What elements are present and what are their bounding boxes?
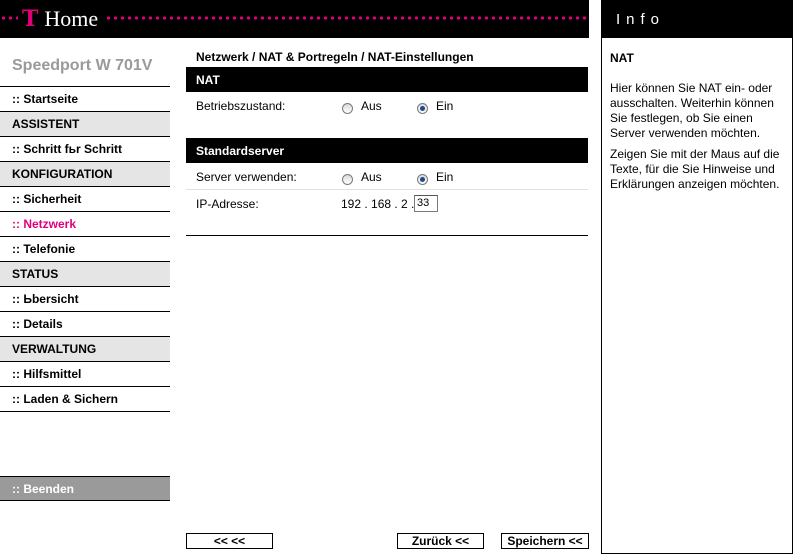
sidebar-section-assistent: ASSISTENT: [0, 112, 170, 137]
standardserver-section-header: Standardserver: [186, 138, 588, 163]
sidebar-item-sicherheit[interactable]: :: Sicherheit: [0, 187, 170, 212]
ip-last-octet-input[interactable]: 33: [414, 195, 438, 212]
sidebar-section-verwaltung: VERWALTUNG: [0, 337, 170, 362]
product-name: Speedport W 701V: [0, 38, 170, 87]
nat-on-radio[interactable]: [417, 103, 428, 114]
nat-status-label: Betriebszustand:: [196, 99, 286, 113]
sidebar-item-uebersicht[interactable]: :: Ьbersicht: [0, 287, 170, 312]
sidebar-section-status: STATUS: [0, 262, 170, 287]
logout-button[interactable]: :: Beenden: [0, 476, 170, 501]
t-home-logo: T Home: [18, 6, 104, 32]
t-logo-icon: T: [22, 6, 39, 32]
nat-off-label: Aus: [361, 99, 382, 113]
row-divider: [186, 189, 588, 190]
server-use-label: Server verwenden:: [196, 170, 297, 184]
sidebar-item-schritt-fuer-schritt[interactable]: :: Schritt fьr Schritt: [0, 137, 170, 162]
info-paragraph: Zeigen Sie mit der Maus auf die Texte, f…: [610, 147, 780, 191]
top-bar: T Home: [0, 0, 589, 38]
server-off-radio[interactable]: [342, 174, 353, 185]
ip-address-prefix: 192 . 168 . 2 .: [341, 197, 415, 211]
sidebar: Speedport W 701V :: Startseite ASSISTENT…: [0, 38, 170, 412]
save-button[interactable]: Speichern <<: [501, 533, 589, 549]
info-header: Info: [602, 0, 792, 38]
nat-off-radio[interactable]: [342, 103, 353, 114]
server-on-radio[interactable]: [417, 174, 428, 185]
breadcrumb: Netzwerk / NAT & Portregeln / NAT-Einste…: [196, 50, 474, 64]
server-on-label: Ein: [436, 170, 454, 184]
brand-name: Home: [44, 6, 99, 31]
nav-button[interactable]: << <<: [186, 533, 273, 549]
nat-section-header: NAT: [186, 67, 588, 92]
nat-on-label: Ein: [436, 99, 454, 113]
sidebar-item-hilfsmittel[interactable]: :: Hilfsmittel: [0, 362, 170, 387]
server-off-label: Aus: [361, 170, 382, 184]
back-button[interactable]: Zurück <<: [397, 533, 484, 549]
info-paragraph: Hier können Sie NAT ein- oder ausschalte…: [610, 81, 774, 140]
section-divider: [186, 235, 588, 236]
info-title: NAT: [610, 51, 634, 65]
sidebar-item-laden-sichern[interactable]: :: Laden & Sichern: [0, 387, 170, 412]
sidebar-item-startseite[interactable]: :: Startseite: [0, 87, 170, 112]
sidebar-item-details[interactable]: :: Details: [0, 312, 170, 337]
sidebar-item-telefonie[interactable]: :: Telefonie: [0, 237, 170, 262]
ip-address-label: IP-Adresse:: [196, 197, 259, 211]
sidebar-section-konfiguration: KONFIGURATION: [0, 162, 170, 187]
info-panel: Info NAT Hier können Sie NAT ein- oder a…: [601, 0, 793, 554]
sidebar-item-netzwerk[interactable]: :: Netzwerk: [0, 212, 170, 237]
